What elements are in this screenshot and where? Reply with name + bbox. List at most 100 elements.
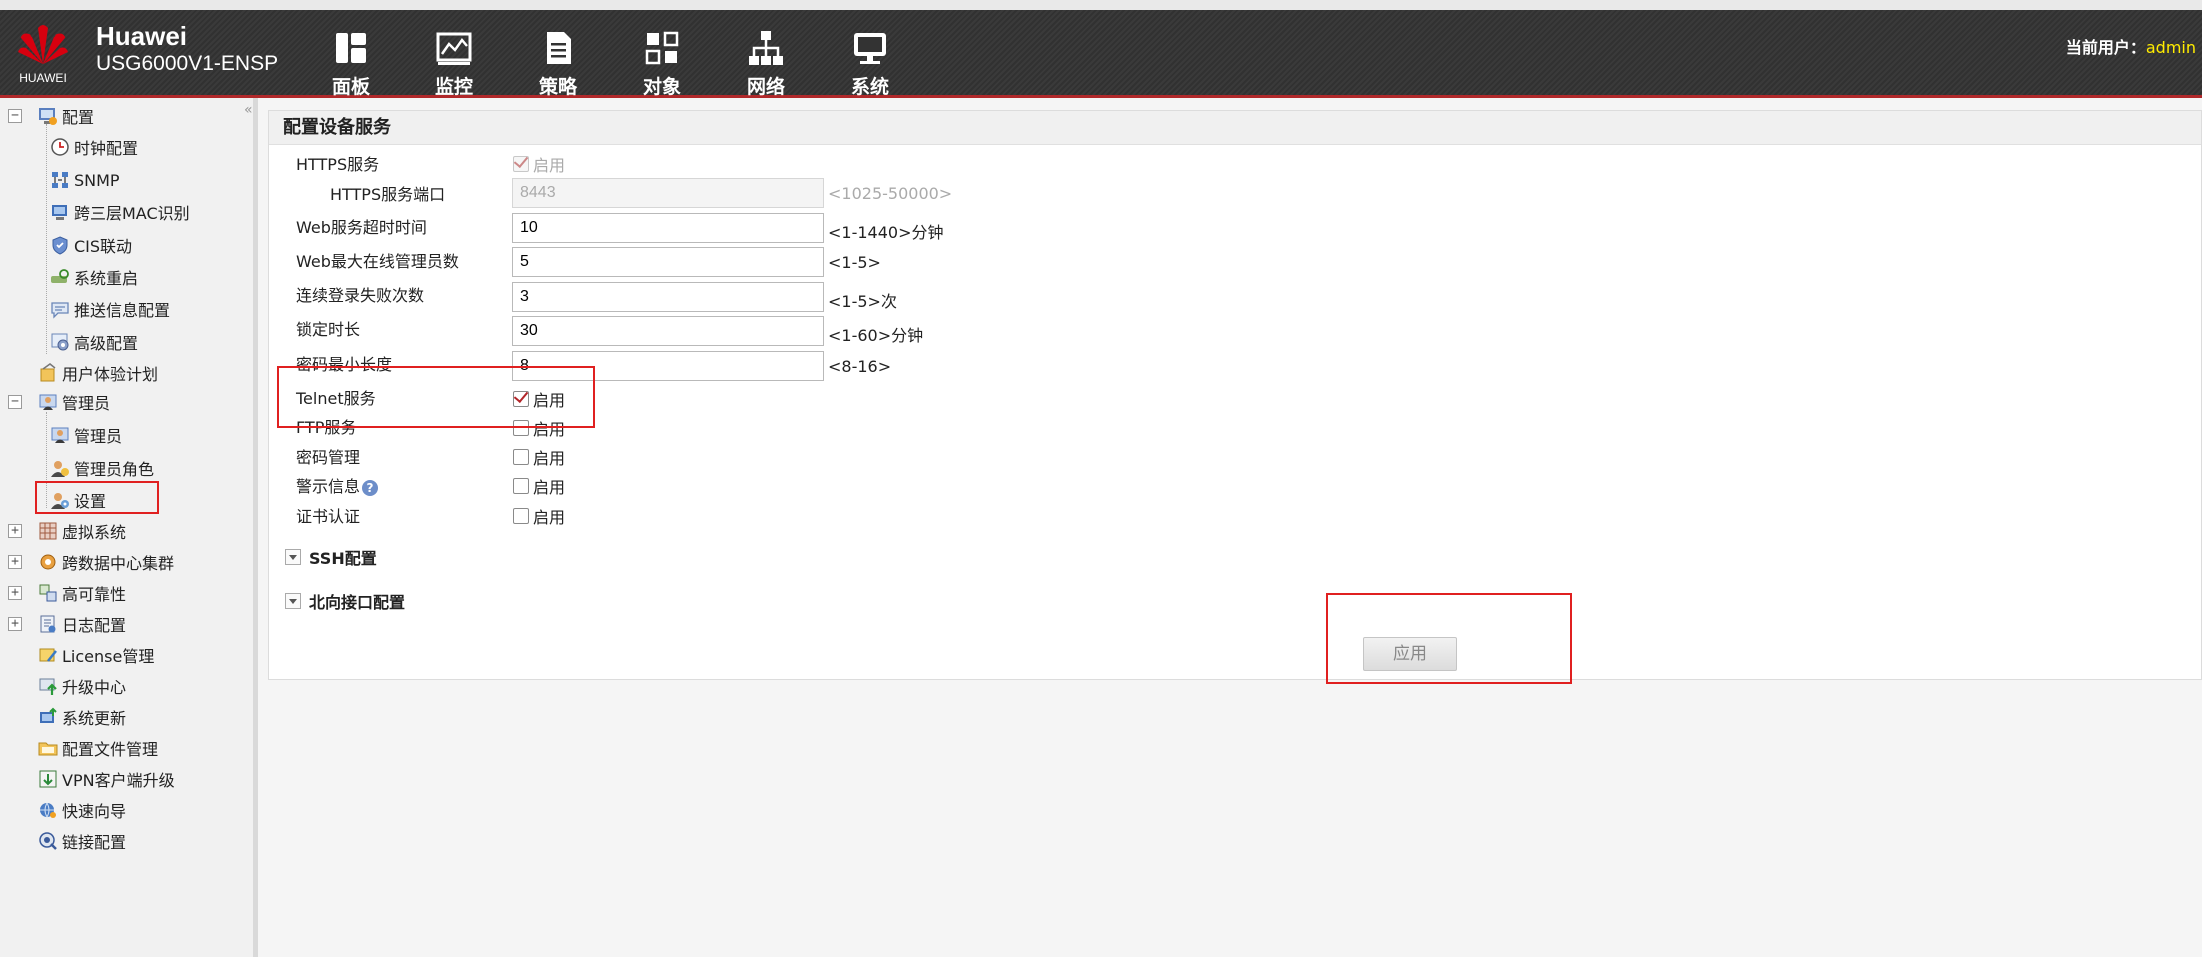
- checkbox-box: [513, 387, 529, 407]
- tree-node-log[interactable]: + 日志配置: [8, 611, 126, 637]
- pwd-min-len-label: 密码最小长度: [296, 355, 393, 374]
- tree-node-config[interactable]: − 配置: [8, 103, 94, 129]
- system-monitor-icon: [854, 33, 886, 64]
- administrator-icon: [51, 427, 69, 443]
- device-model: USG6000V1-ENSP: [96, 52, 279, 75]
- tree-item-push-info[interactable]: 推送信息配置: [50, 296, 170, 322]
- expand-toggle-icon[interactable]: +: [8, 617, 22, 631]
- tree-item-settings[interactable]: 设置: [50, 487, 106, 513]
- push-message-icon: [51, 302, 69, 319]
- lock-time-input[interactable]: [512, 316, 824, 346]
- tree-label: 管理员角色: [74, 460, 155, 479]
- reboot-device-icon: [51, 269, 69, 283]
- tree-item-advanced[interactable]: 高级配置: [50, 329, 138, 355]
- collapse-toggle-icon[interactable]: −: [8, 395, 22, 409]
- tree-item-license[interactable]: License管理: [38, 642, 154, 668]
- vpn-client-icon: [39, 770, 57, 788]
- ftp-service-checkbox[interactable]: 启用: [513, 416, 565, 440]
- tree-item-vpn-client[interactable]: VPN客户端升级: [38, 766, 175, 792]
- nav-object-label: 对象: [642, 76, 681, 98]
- https-port-hint: <1025-50000>: [828, 184, 953, 203]
- tree-label: 链接配置: [62, 833, 127, 852]
- current-user-name[interactable]: admin: [2146, 38, 2196, 57]
- tree-item-cis[interactable]: CIS联动: [50, 232, 132, 258]
- tree-node-dc-cluster[interactable]: + 跨数据中心集群: [8, 549, 174, 575]
- tree-item-admin-roles[interactable]: 管理员角色: [50, 455, 154, 481]
- pwd-mgmt-enable-text: 启用: [533, 449, 566, 468]
- tree-item-system-update[interactable]: 系统更新: [38, 704, 126, 730]
- snmp-network-icon: [52, 172, 68, 188]
- login-fail-hint: <1-5>次: [828, 292, 897, 311]
- config-file-folder-icon: [38, 742, 58, 756]
- checkmark-icon: [513, 387, 529, 404]
- https-service-label: HTTPS服务: [296, 155, 380, 174]
- nav-network[interactable]: 网络: [723, 28, 809, 99]
- telnet-service-label: Telnet服务: [296, 389, 376, 408]
- tree-label: 时钟配置: [74, 139, 139, 158]
- tree-node-vsys[interactable]: + 虚拟系统: [8, 518, 126, 544]
- tree-item-clock[interactable]: 时钟配置: [50, 134, 138, 160]
- nav-object[interactable]: 对象: [619, 28, 705, 99]
- tree-item-reboot[interactable]: 系统重启: [50, 264, 138, 290]
- upgrade-center-icon: [39, 678, 57, 695]
- tree-label: License管理: [62, 647, 155, 666]
- web-max-admins-label: Web最大在线管理员数: [296, 252, 459, 271]
- ftp-service-label: FTP服务: [296, 418, 357, 437]
- cis-shield-icon: [52, 236, 68, 255]
- tree-item-link-config[interactable]: 链接配置: [38, 828, 126, 854]
- tree-item-upgrade-center[interactable]: 升级中心: [38, 673, 126, 699]
- tree-guide: [46, 124, 47, 354]
- https-port-input[interactable]: [512, 178, 824, 208]
- system-update-icon: [40, 707, 57, 723]
- expand-toggle-icon[interactable]: +: [8, 555, 22, 569]
- collapse-toggle-icon[interactable]: −: [8, 109, 22, 123]
- tree-label: 管理员: [74, 427, 123, 446]
- pwd-min-len-input[interactable]: [512, 351, 824, 381]
- warning-info-checkbox[interactable]: 启用: [513, 474, 565, 498]
- north-interface-section[interactable]: 北向接口配置: [285, 589, 405, 613]
- tree-item-config-file[interactable]: 配置文件管理: [38, 735, 158, 761]
- brand-title: Huawei: [96, 21, 188, 51]
- nav-dashboard[interactable]: 面板: [308, 28, 394, 99]
- telnet-service-checkbox[interactable]: 启用: [513, 387, 565, 411]
- north-interface-label: 北向接口配置: [309, 593, 406, 612]
- tree-label: 快速向导: [62, 802, 127, 821]
- tree-label: 推送信息配置: [74, 301, 171, 320]
- login-fail-input[interactable]: [512, 282, 824, 312]
- tree-item-ux-plan[interactable]: 用户体验计划: [38, 360, 158, 386]
- device-service-panel: 配置设备服务 HTTPS服务 启用 HTTPS服务端口 <1025-50000>…: [268, 110, 2202, 680]
- policy-document-icon: [547, 32, 571, 64]
- tree-node-admin[interactable]: − 管理员: [8, 389, 110, 415]
- tree-label: 日志配置: [62, 616, 127, 635]
- nav-system[interactable]: 系统: [827, 28, 913, 99]
- collapse-sidebar-button[interactable]: «: [244, 102, 253, 118]
- user-experience-icon: [40, 363, 56, 382]
- expand-toggle-icon[interactable]: +: [8, 586, 22, 600]
- nav-system-label: 系统: [850, 76, 889, 98]
- tree-item-snmp[interactable]: SNMP: [50, 167, 120, 193]
- quick-wizard-globe-icon: [40, 802, 56, 819]
- expand-toggle-icon[interactable]: +: [8, 524, 22, 538]
- https-service-checkbox[interactable]: 启用: [513, 152, 565, 176]
- web-max-admins-input[interactable]: [512, 247, 824, 277]
- ftp-enable-text: 启用: [533, 420, 566, 439]
- tree-item-mac[interactable]: 跨三层MAC识别: [50, 199, 190, 225]
- top-header: HUAWEI Huawei USG6000V1-ENSP 面板 监控 策略 对象…: [0, 10, 2202, 98]
- tree-label: 升级中心: [62, 678, 127, 697]
- tree-item-admins[interactable]: 管理员: [50, 422, 122, 448]
- expand-arrow-icon: [285, 549, 301, 565]
- tree-node-ha[interactable]: + 高可靠性: [8, 580, 126, 606]
- ssh-config-section[interactable]: SSH配置: [285, 545, 377, 569]
- nav-policy-label: 策略: [538, 76, 577, 98]
- apply-button[interactable]: 应用: [1363, 637, 1457, 671]
- tree-label: 系统重启: [74, 269, 139, 288]
- nav-monitor[interactable]: 监控: [411, 28, 497, 99]
- pwd-mgmt-checkbox[interactable]: 启用: [513, 445, 565, 469]
- tree-item-quick-wizard[interactable]: 快速向导: [38, 797, 126, 823]
- nav-policy[interactable]: 策略: [515, 28, 601, 99]
- checkbox-box: [513, 420, 529, 436]
- help-icon[interactable]: ?: [362, 480, 379, 496]
- cert-enable-text: 启用: [533, 508, 566, 527]
- web-timeout-input[interactable]: [512, 213, 824, 243]
- cert-auth-checkbox[interactable]: 启用: [513, 504, 565, 528]
